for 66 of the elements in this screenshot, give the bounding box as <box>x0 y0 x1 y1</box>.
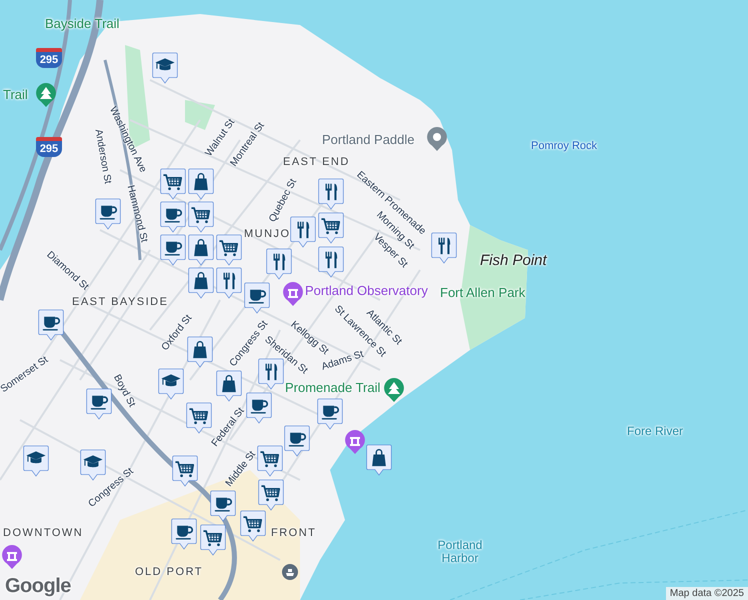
district-label: EAST BAYSIDE <box>72 296 168 308</box>
fork-knife-map-pin[interactable] <box>266 248 292 280</box>
street-label: Anderson St <box>92 128 113 185</box>
shopping-bag-map-pin[interactable] <box>188 267 214 299</box>
shopping-cart-map-pin[interactable] <box>258 479 284 511</box>
coffee-cup-map-pin[interactable] <box>284 425 310 457</box>
shopping-cart-map-pin[interactable] <box>240 510 266 542</box>
park-label: Fort Allen Park <box>440 286 526 300</box>
park-label: Promenade Trail <box>285 381 380 396</box>
district-label: OLD PORT <box>135 566 204 578</box>
shopping-bag-map-pin[interactable] <box>188 234 214 266</box>
coffee-cup-map-pin[interactable] <box>86 388 112 420</box>
place-label: Portland Paddle <box>322 133 415 148</box>
fork-knife-map-pin[interactable] <box>290 216 316 248</box>
coffee-cup-map-pin[interactable] <box>160 201 186 233</box>
landmark-map-pin[interactable] <box>283 282 303 306</box>
coffee-cup-map-pin[interactable] <box>171 518 197 550</box>
street-label: Boyd St <box>111 372 138 410</box>
district-label: FRONT <box>271 527 316 540</box>
water-label: Portland Harbor <box>436 539 484 566</box>
shopping-cart-map-pin[interactable] <box>160 168 186 200</box>
shopping-bag-map-pin[interactable] <box>216 370 242 402</box>
shopping-cart-map-pin[interactable] <box>318 212 344 244</box>
coffee-cup-map-pin[interactable] <box>317 398 343 430</box>
tree-map-pin[interactable] <box>36 83 56 107</box>
map-logo: Google <box>5 575 71 598</box>
water-label: Fore River <box>627 425 684 438</box>
landmark-map-pin[interactable] <box>2 545 22 569</box>
map-attribution: Map data ©2025 <box>666 587 748 600</box>
shopping-cart-map-pin[interactable] <box>188 201 214 233</box>
park-label: Bayside Trail <box>45 17 120 32</box>
district-label: DOWNTOWN <box>3 527 84 540</box>
water-feature-label: Pomroy Rock <box>531 140 598 152</box>
landmark-map-pin[interactable] <box>345 430 365 454</box>
coffee-cup-map-pin[interactable] <box>244 282 270 314</box>
place-label: Fish Point <box>480 253 547 270</box>
coffee-cup-map-pin[interactable] <box>95 198 121 230</box>
coffee-cup-map-pin[interactable] <box>210 490 236 522</box>
coffee-cup-map-pin[interactable] <box>160 234 186 266</box>
place-map-pin[interactable] <box>427 127 447 151</box>
fork-knife-map-pin[interactable] <box>318 178 344 210</box>
highway-shield: 295 <box>36 137 62 157</box>
shopping-bag-map-pin[interactable] <box>188 168 214 200</box>
shopping-cart-map-pin[interactable] <box>172 455 198 487</box>
graduation-cap-map-pin[interactable] <box>158 368 184 400</box>
fork-knife-map-pin[interactable] <box>431 232 457 264</box>
district-label: MUNJO <box>244 228 291 240</box>
coffee-cup-map-pin[interactable] <box>38 309 64 341</box>
shopping-cart-map-pin[interactable] <box>186 402 212 434</box>
place-label: Portland Observatory <box>305 284 428 298</box>
park-label: Trail <box>3 88 28 102</box>
shopping-cart-map-pin[interactable] <box>257 445 283 477</box>
shopping-cart-map-pin[interactable] <box>216 234 242 266</box>
district-label: EAST END <box>283 156 350 168</box>
highway-shield: 295 <box>36 48 62 68</box>
ferry-map-pin[interactable] <box>282 564 298 580</box>
map-view[interactable] <box>0 0 748 600</box>
shopping-bag-map-pin[interactable] <box>187 336 213 368</box>
fork-knife-map-pin[interactable] <box>216 267 242 299</box>
tree-map-pin[interactable] <box>384 378 404 402</box>
coffee-cup-map-pin[interactable] <box>246 392 272 424</box>
graduation-cap-map-pin[interactable] <box>152 52 178 84</box>
shopping-bag-map-pin[interactable] <box>366 444 392 476</box>
graduation-cap-map-pin[interactable] <box>23 445 49 477</box>
fork-knife-map-pin[interactable] <box>318 246 344 278</box>
shopping-cart-map-pin[interactable] <box>200 524 226 556</box>
